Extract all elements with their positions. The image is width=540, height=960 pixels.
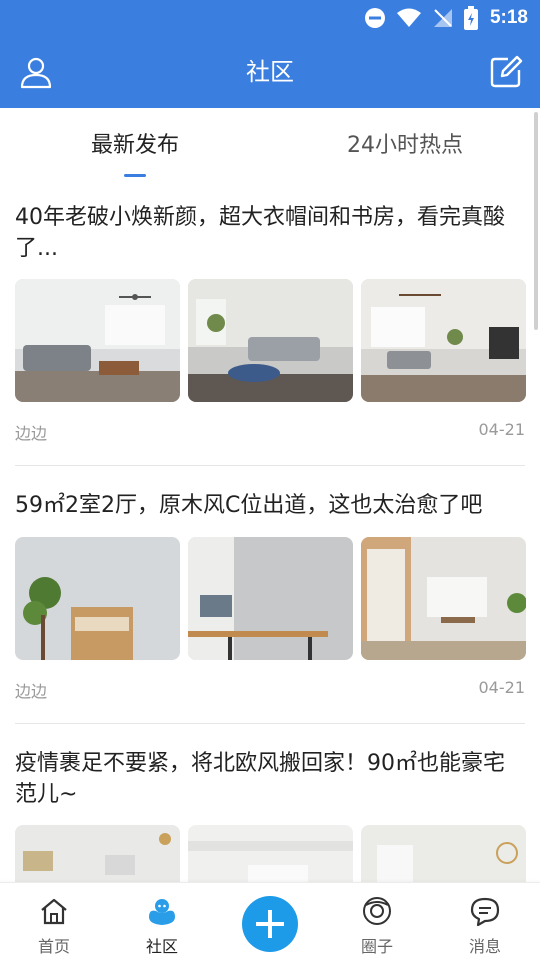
add-post-button[interactable] [242,896,298,952]
post-image[interactable] [361,537,526,660]
post-image[interactable] [188,279,353,402]
post-image[interactable] [15,279,180,402]
nav-circle[interactable]: 圈子 [337,883,417,960]
post-title[interactable]: 59㎡2室2厅，原木风C位出道，这也太治愈了吧 [15,490,525,521]
wifi-icon [396,8,421,27]
battery-icon [463,6,478,30]
home-icon [41,898,67,925]
post-images [15,825,526,882]
post-author: 边边 [15,424,48,443]
post-author: 边边 [15,682,48,701]
nav-community-label: 社区 [145,937,178,956]
living-room-photo [188,279,353,402]
dnd-icon [364,8,385,28]
post-images [15,537,526,660]
post-image[interactable] [188,537,353,660]
living-room-photo [361,279,526,402]
living-room-photo [188,825,353,882]
post-date: 04-21 [478,678,526,697]
post-title[interactable]: 40年老破小焕新颜，超大衣帽间和书房，看完真酸了... [15,202,525,264]
post-card[interactable]: 59㎡2室2厅，原木风C位出道，这也太治愈了吧 边边 04-21 [15,490,526,724]
edit-icon [490,55,523,88]
status-time: 5:18 [489,7,528,28]
nav-community[interactable]: 社区 [122,883,202,960]
post-images [15,279,526,402]
tab-latest[interactable]: 最新发布 [50,108,220,180]
post-image[interactable] [15,537,180,660]
nav-home[interactable]: 首页 [14,883,94,960]
post-image[interactable] [361,825,526,882]
post-feed[interactable]: 40年老破小焕新颜，超大衣帽间和书房，看完真酸了... 边边 04-21 59㎡… [0,190,540,882]
post-image[interactable] [15,825,180,882]
nav-messages[interactable]: 消息 [445,883,525,960]
post-divider [15,723,525,724]
post-title[interactable]: 疫情裹足不要紧，将北欧风搬回家！90㎡也能豪宅范儿~ [15,748,525,810]
bottom-nav: 首页 社区 圈子 消息 [0,882,540,960]
message-icon [470,897,500,927]
post-image[interactable] [361,279,526,402]
status-icons: 5:18 [364,6,528,30]
tab-bar: 最新发布 24小时热点 [0,108,540,180]
tab-indicator [124,174,146,177]
compose-button[interactable] [488,54,524,90]
nav-messages-label: 消息 [468,937,501,956]
nav-home-label: 首页 [37,937,70,956]
dining-room-photo [361,825,526,882]
page-title: 社区 [246,58,294,86]
living-room-photo [15,279,180,402]
app-bar: 社区 [0,36,540,108]
community-icon [149,899,175,925]
plus-icon [256,910,284,938]
dining-room-photo [15,825,180,882]
study-room-photo [15,537,180,660]
post-date: 04-21 [478,420,526,439]
no-signal-icon [433,9,452,27]
circle-icon [363,897,391,925]
post-divider [15,465,525,466]
post-image[interactable] [188,825,353,882]
post-card[interactable]: 疫情裹足不要紧，将北欧风搬回家！90㎡也能豪宅范儿~ [15,748,526,882]
study-desk-photo [188,537,353,660]
tab-hot-24h[interactable]: 24小时热点 [320,108,490,180]
status-bar: 5:18 [0,0,540,36]
post-card[interactable]: 40年老破小焕新颜，超大衣帽间和书房，看完真酸了... 边边 04-21 [15,202,526,466]
study-room-photo [361,537,526,660]
nav-circle-label: 圈子 [360,937,393,956]
feed-scrollbar[interactable] [534,112,538,330]
